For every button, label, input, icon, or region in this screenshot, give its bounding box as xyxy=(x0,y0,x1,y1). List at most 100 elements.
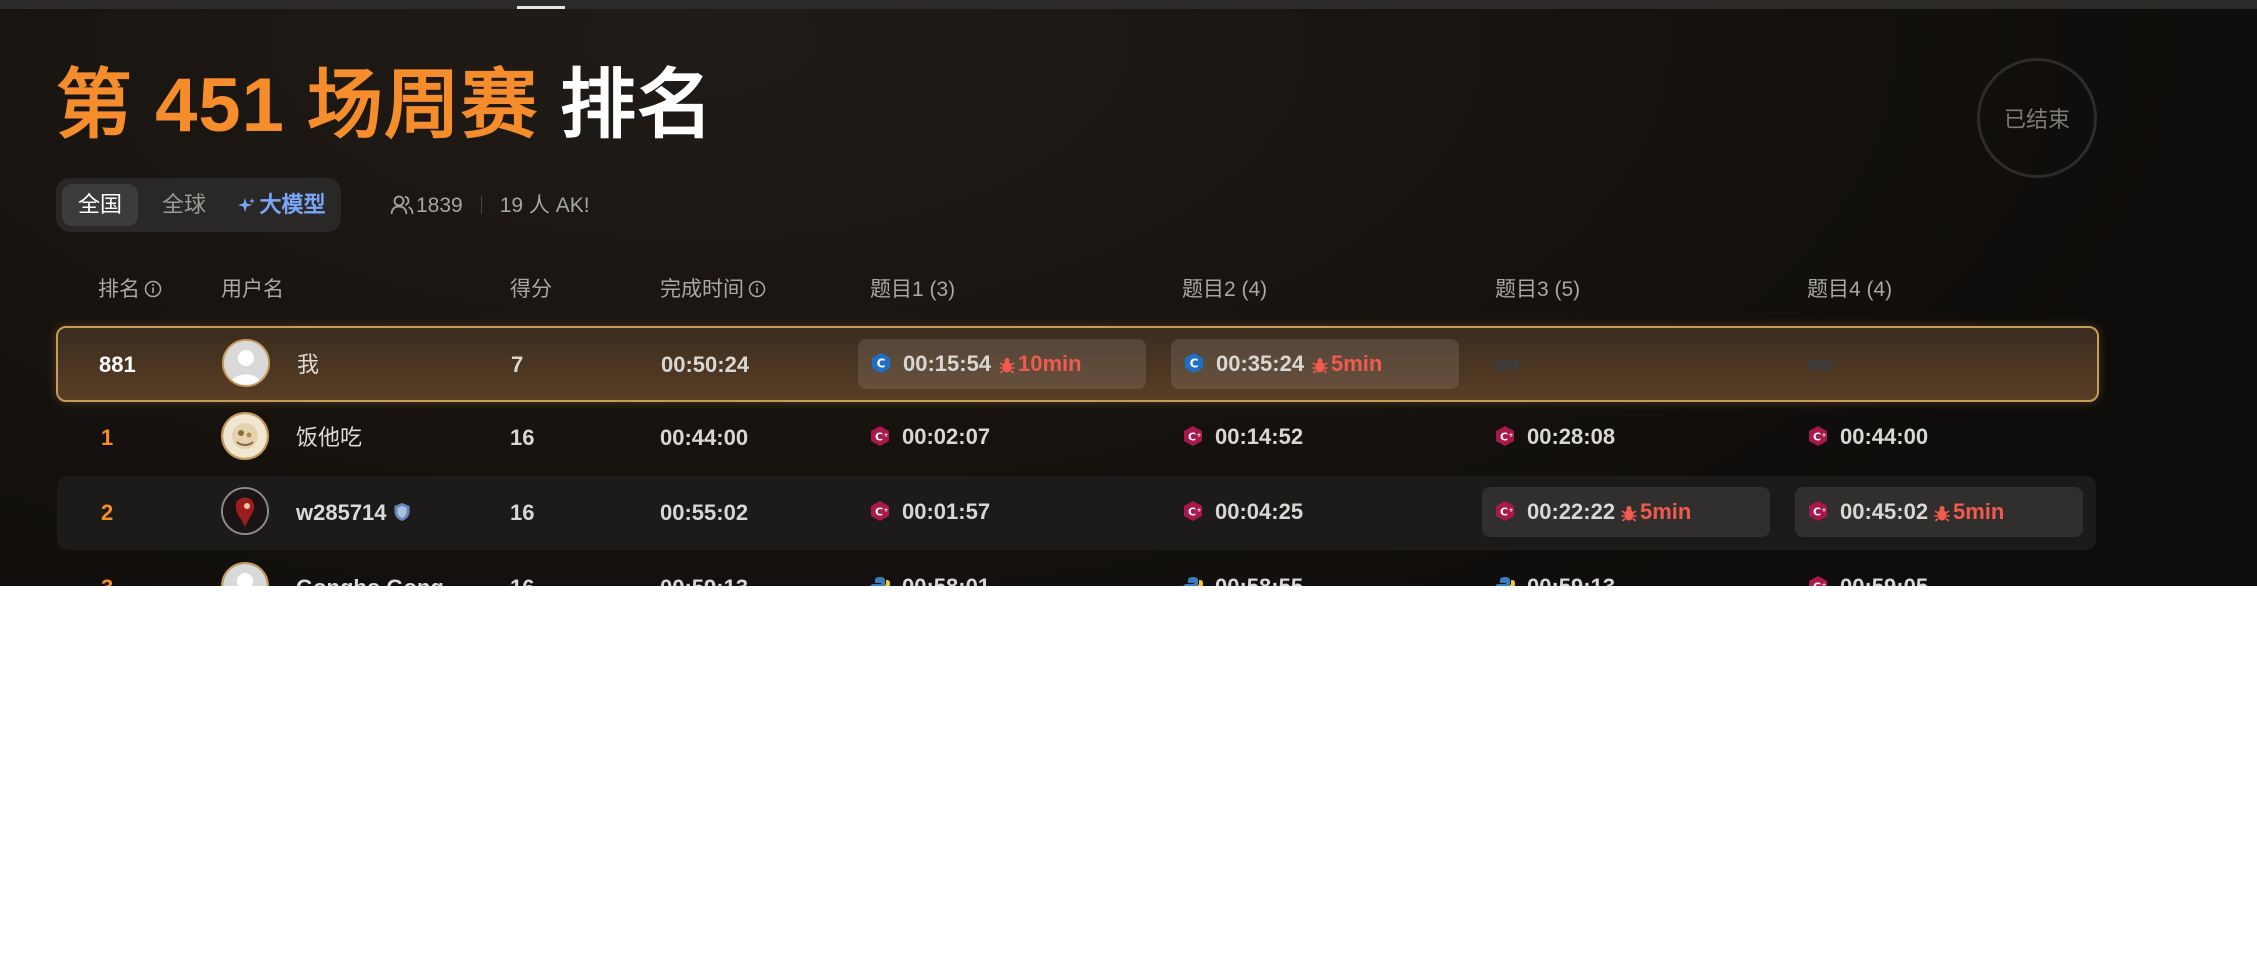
avatar[interactable] xyxy=(221,412,269,460)
ak-count: 19 人 AK! xyxy=(499,194,590,217)
active-nav-indicator xyxy=(517,6,565,9)
q1-penalty-value: 10min xyxy=(1018,351,1082,376)
q2-time: 00:35:24 xyxy=(1216,351,1305,376)
finish-time: 00:50:24 xyxy=(661,352,750,377)
rank-value: 3 xyxy=(101,551,113,586)
region-tabs: 全国 全球 大模型 xyxy=(56,178,341,232)
c-lang-icon: C xyxy=(1185,353,1203,373)
q1-time: 00:15:54 xyxy=(903,351,992,376)
cpp-lang-icon: C + xyxy=(1184,501,1202,521)
q1-result[interactable]: 00:58:01 xyxy=(857,562,1145,586)
cpp-lang-icon: C + xyxy=(1809,426,1827,446)
q3-time: 00:59:13 xyxy=(1527,562,1615,586)
q4-penalty: 5min xyxy=(1933,487,2004,537)
q1-time: 00:58:01 xyxy=(902,562,990,586)
info-icon[interactable] xyxy=(748,280,766,298)
cpp-lang-icon: C + xyxy=(871,426,889,446)
top-nav-bar xyxy=(0,0,2257,9)
cpp-lang-icon: C + xyxy=(1496,501,1514,521)
cpp-lang-icon: C + xyxy=(1184,426,1202,446)
q3-result[interactable]: 00:59:13 xyxy=(1482,562,1770,586)
table-row-self[interactable]: 881 我 7 00:50:24 C 00:15:54 10min C 00:3… xyxy=(56,326,2099,402)
q2-result[interactable]: C 00:35:24 5min xyxy=(1171,339,1459,389)
username[interactable]: 饭他吃 xyxy=(296,401,362,475)
svg-text:C: C xyxy=(875,431,883,444)
q4-result[interactable]: C+ 00:59:05 xyxy=(1795,562,2083,586)
username[interactable]: Gongbo Gong... xyxy=(296,551,462,586)
q2-result[interactable]: 00:58:55 xyxy=(1170,562,1458,586)
header-finish-time: 完成时间 xyxy=(660,275,766,305)
q1-result[interactable]: C + 00:02:07 xyxy=(857,412,1145,462)
q2-penalty: 5min xyxy=(1311,339,1382,389)
q2-result[interactable]: C + 00:04:25 xyxy=(1170,487,1458,537)
q3-penalty: 5min xyxy=(1620,487,1691,537)
q4-result[interactable]: C + 00:44:00 xyxy=(1795,412,2083,462)
c-lang-icon: C xyxy=(872,353,890,373)
svg-text:C: C xyxy=(875,506,883,519)
tab-llm-label: 大模型 xyxy=(259,192,326,217)
svg-text:+: + xyxy=(1196,432,1201,439)
q4-penalty-value: 5min xyxy=(1953,499,2005,524)
tab-national[interactable]: 全国 xyxy=(62,184,138,226)
q4-time: 00:59:05 xyxy=(1840,562,1928,586)
q2-penalty-value: 5min xyxy=(1331,351,1383,376)
cpp-lang-icon: C + xyxy=(871,501,889,521)
header-rank: 排名 xyxy=(98,275,162,305)
finish-time: 00:44:00 xyxy=(660,425,749,450)
svg-text:C: C xyxy=(1188,431,1196,444)
unsolved-placeholder xyxy=(1806,360,1834,370)
header-q2[interactable]: 题目2 (4) xyxy=(1182,275,1267,305)
table-row[interactable]: 2 w285714 16 00:55:02 C + 00:01:57 C + 00:… xyxy=(57,476,2096,550)
rank-value: 1 xyxy=(101,425,114,450)
contest-stats: 1839 19 人 AK! xyxy=(390,190,590,222)
q2-result[interactable]: C + 00:14:52 xyxy=(1170,412,1458,462)
python-lang-icon xyxy=(870,577,890,586)
q2-time: 00:04:25 xyxy=(1215,499,1304,524)
table-row[interactable]: 1 饭他吃 16 00:44:00 C + 00:02:07 C + 00:14:5… xyxy=(57,401,2096,475)
q2-time: 00:58:55 xyxy=(1215,562,1303,586)
shield-badge-icon xyxy=(394,503,410,521)
q1-result[interactable]: C + 00:01:57 xyxy=(857,487,1145,537)
username[interactable]: 我 xyxy=(297,328,319,402)
table-row[interactable]: 3 Gongbo Gong... 16 00:59:13 00:58:01 00… xyxy=(57,551,2096,586)
q3-result[interactable]: C + 00:22:22 5min xyxy=(1482,487,1770,537)
q1-result[interactable]: C 00:15:54 10min xyxy=(858,339,1146,389)
svg-text:+: + xyxy=(883,507,888,514)
sparkle-icon xyxy=(238,198,256,212)
unsolved-placeholder xyxy=(1493,360,1521,370)
q3-time: 00:28:08 xyxy=(1527,424,1616,449)
username[interactable]: w285714 xyxy=(296,476,411,550)
q3-result-empty xyxy=(1483,339,1771,389)
q4-result[interactable]: C + 00:45:02 5min xyxy=(1795,487,2083,537)
info-icon[interactable] xyxy=(144,280,162,298)
svg-text:C: C xyxy=(1813,431,1821,444)
q4-time: 00:45:02 xyxy=(1840,499,1929,524)
header-q1[interactable]: 题目1 (3) xyxy=(870,275,955,305)
header-rank-label: 排名 xyxy=(98,278,140,301)
participant-count: 1839 xyxy=(416,194,463,217)
cpp-lang-icon: C + xyxy=(1809,576,1827,587)
avatar[interactable] xyxy=(222,339,270,387)
svg-text:C: C xyxy=(1500,431,1508,444)
score-value: 16 xyxy=(510,500,535,525)
svg-text:C: C xyxy=(1813,581,1821,587)
header-q3[interactable]: 题目3 (5) xyxy=(1495,275,1580,305)
username-text: w285714 xyxy=(296,500,387,525)
cpp-lang-icon: C + xyxy=(1496,426,1514,446)
svg-text:C: C xyxy=(1188,506,1196,519)
tab-global[interactable]: 全球 xyxy=(142,184,226,226)
q4-time: 00:44:00 xyxy=(1840,424,1929,449)
q3-result[interactable]: C + 00:28:08 xyxy=(1482,412,1770,462)
stats-divider xyxy=(480,196,482,214)
tab-llm[interactable]: 大模型 xyxy=(230,184,334,226)
avatar[interactable] xyxy=(221,487,269,535)
score-value: 16 xyxy=(510,551,534,586)
avatar[interactable] xyxy=(221,562,269,586)
svg-text:C: C xyxy=(877,357,886,371)
score-value: 7 xyxy=(511,352,524,377)
header-q4[interactable]: 题目4 (4) xyxy=(1807,275,1892,305)
page-title: 第 451 场周赛 排名 xyxy=(56,58,714,154)
svg-text:+: + xyxy=(1508,432,1513,439)
users-icon xyxy=(390,195,414,215)
contest-name: 第 451 场周赛 xyxy=(56,63,539,148)
